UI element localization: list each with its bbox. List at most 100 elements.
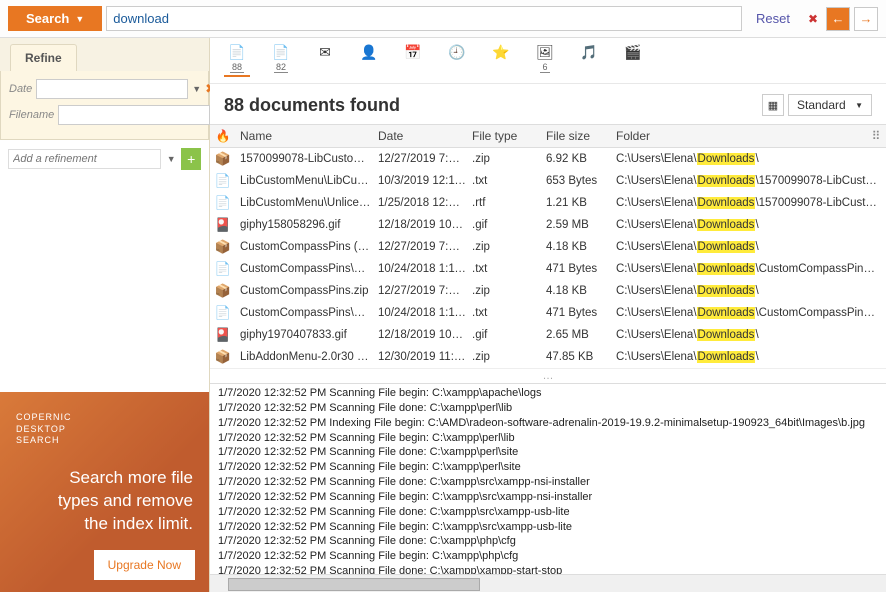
cell-filetype: .zip: [472, 241, 546, 253]
sidebar: Refine Date▼✖Filename▼✖ ▼ + COPERNIC DES…: [0, 38, 210, 592]
cell-filesize: 471 Bytes: [546, 307, 616, 319]
nav-forward-button[interactable]: →: [854, 7, 878, 31]
nav-back-button[interactable]: ←: [826, 7, 850, 31]
close-x-icon[interactable]: ✖: [804, 12, 822, 26]
table-row[interactable]: 📄LibCustomMenu\LibCustom…10/3/2019 12:11…: [210, 170, 886, 192]
log-line: 1/7/2020 12:32:52 PM Scanning File begin…: [218, 431, 878, 446]
cell-folder: C:\Users\Elena\Downloads\CustomCompassPi…: [616, 263, 886, 275]
chevron-down-icon[interactable]: ▼: [165, 154, 177, 164]
cell-name: LibCustomMenu\LibCustom…: [236, 175, 378, 187]
cell-name: LibAddonMenu-2.0r30 (3).zip: [236, 351, 378, 363]
cell-date: 10/24/2018 1:11:26…: [378, 307, 472, 319]
cell-filesize: 471 Bytes: [546, 263, 616, 275]
file-icon: 📦: [210, 349, 236, 365]
cell-date: 12/18/2019 10:11:2…: [378, 329, 472, 341]
cell-name: giphy158058296.gif: [236, 219, 378, 231]
chevron-down-icon[interactable]: ▼: [192, 84, 201, 94]
filter-calendar-icon[interactable]: 📅: [400, 44, 426, 77]
table-row[interactable]: 📦CustomCompassPins.zip12/27/2019 7:29:32…: [210, 280, 886, 302]
filter-history-icon[interactable]: 🕘: [444, 44, 470, 77]
file-icon: 📄: [210, 305, 236, 321]
log-line: 1/7/2020 12:32:52 PM Scanning File done:…: [218, 505, 878, 520]
filter-pictures-icon[interactable]: 🖼6: [532, 44, 558, 77]
cell-folder: C:\Users\Elena\Downloads\: [616, 241, 886, 253]
cell-filesize: 2.59 MB: [546, 219, 616, 231]
cell-filesize: 653 Bytes: [546, 175, 616, 187]
fire-icon[interactable]: 🔥: [210, 129, 236, 143]
col-folder[interactable]: Folder: [616, 129, 866, 143]
table-row[interactable]: 🎴giphy158058296.gif12/18/2019 10:10:5….g…: [210, 214, 886, 236]
filter-favorites-icon[interactable]: ⭐: [488, 44, 514, 77]
results-list: 📦1570099078-LibCustomMen…12/27/2019 7:28…: [210, 148, 886, 368]
cell-name: 1570099078-LibCustomMen…: [236, 153, 378, 165]
file-icon: 🎴: [210, 327, 236, 343]
log-line: 1/7/2020 12:32:52 PM Scanning File begin…: [218, 386, 878, 401]
field-input[interactable]: [58, 105, 210, 125]
search-button[interactable]: Search: [8, 6, 102, 31]
filter-documents-icon[interactable]: 📄82: [268, 44, 294, 77]
cell-folder: C:\Users\Elena\Downloads\: [616, 153, 886, 165]
cell-folder: C:\Users\Elena\Downloads\1570099078-LibC…: [616, 197, 886, 209]
table-row[interactable]: 📄CustomCompassPins\Custo…10/24/2018 1:11…: [210, 302, 886, 324]
add-refinement-input[interactable]: [8, 149, 161, 169]
col-filetype[interactable]: File type: [472, 129, 546, 143]
cell-name: CustomCompassPins\Custo…: [236, 263, 378, 275]
field-label: Filename: [9, 109, 54, 121]
refine-tab[interactable]: Refine: [10, 44, 77, 71]
cell-name: CustomCompassPins (1).zip: [236, 241, 378, 253]
table-row[interactable]: 📦LibAddonMenu-2.0r30 (3).zip12/30/2019 1…: [210, 346, 886, 368]
cell-filetype: .gif: [472, 219, 546, 231]
cell-filetype: .rtf: [472, 197, 546, 209]
table-row[interactable]: 📦1570099078-LibCustomMen…12/27/2019 7:28…: [210, 148, 886, 170]
top-bar: Search Reset ✖ ← →: [0, 0, 886, 38]
log-line: 1/7/2020 12:32:52 PM Scanning File done:…: [218, 564, 878, 574]
col-date[interactable]: Date: [378, 129, 472, 143]
results-heading: 88 documents found: [224, 95, 762, 116]
field-input[interactable]: [36, 79, 188, 99]
cell-folder: C:\Users\Elena\Downloads\CustomCompassPi…: [616, 307, 886, 319]
cell-folder: C:\Users\Elena\Downloads\: [616, 285, 886, 297]
cell-date: 12/27/2019 7:30:11…: [378, 241, 472, 253]
filter-music-icon[interactable]: 🎵: [576, 44, 602, 77]
filter-toolbar: 📄88 📄82 ✉ 👤 📅 🕘 ⭐ 🖼6 🎵 🎬: [210, 38, 886, 84]
log-line: 1/7/2020 12:32:52 PM Scanning File done:…: [218, 445, 878, 460]
table-row[interactable]: 🎴giphy1970407833.gif12/18/2019 10:11:2….…: [210, 324, 886, 346]
col-filesize[interactable]: File size: [546, 129, 616, 143]
table-row[interactable]: 📦CustomCompassPins (1).zip12/27/2019 7:3…: [210, 236, 886, 258]
search-input[interactable]: [106, 6, 742, 31]
table-row[interactable]: 📄CustomCompassPins\Custo…10/24/2018 1:11…: [210, 258, 886, 280]
col-more-icon[interactable]: ⠿: [866, 129, 886, 143]
file-icon: 📦: [210, 151, 236, 167]
filter-contacts-icon[interactable]: 👤: [356, 44, 382, 77]
cell-filesize: 4.18 KB: [546, 241, 616, 253]
upgrade-now-button[interactable]: Upgrade Now: [94, 550, 195, 580]
cell-filesize: 1.21 KB: [546, 197, 616, 209]
log-line: 1/7/2020 12:32:52 PM Indexing File begin…: [218, 416, 878, 431]
file-icon: 📄: [210, 261, 236, 277]
filter-files-icon[interactable]: 📄88: [224, 44, 250, 77]
log-line: 1/7/2020 12:32:52 PM Scanning File done:…: [218, 475, 878, 490]
col-name[interactable]: Name: [236, 129, 378, 143]
add-refinement-button[interactable]: +: [181, 148, 201, 170]
file-icon: 📄: [210, 173, 236, 189]
cell-filesize: 47.85 KB: [546, 351, 616, 363]
cell-filetype: .txt: [472, 307, 546, 319]
filter-videos-icon[interactable]: 🎬: [620, 44, 646, 77]
view-grid-icon[interactable]: ▦: [762, 94, 784, 116]
cell-filetype: .txt: [472, 263, 546, 275]
cell-folder: C:\Users\Elena\Downloads\: [616, 351, 886, 363]
view-mode-dropdown[interactable]: Standard: [788, 94, 872, 116]
reset-link[interactable]: Reset: [746, 11, 800, 26]
filter-emails-icon[interactable]: ✉: [312, 44, 338, 77]
file-icon: 🎴: [210, 217, 236, 233]
cell-name: CustomCompassPins.zip: [236, 285, 378, 297]
cell-filetype: .zip: [472, 153, 546, 165]
log-line: 1/7/2020 12:32:52 PM Scanning File done:…: [218, 401, 878, 416]
cell-filetype: .zip: [472, 285, 546, 297]
field-label: Date: [9, 83, 32, 95]
horizontal-scrollbar[interactable]: [210, 574, 886, 592]
cell-filesize: 4.18 KB: [546, 285, 616, 297]
cell-folder: C:\Users\Elena\Downloads\: [616, 329, 886, 341]
cell-filetype: .gif: [472, 329, 546, 341]
table-row[interactable]: 📄LibCustomMenu\Unlicense.rtf1/25/2018 12…: [210, 192, 886, 214]
